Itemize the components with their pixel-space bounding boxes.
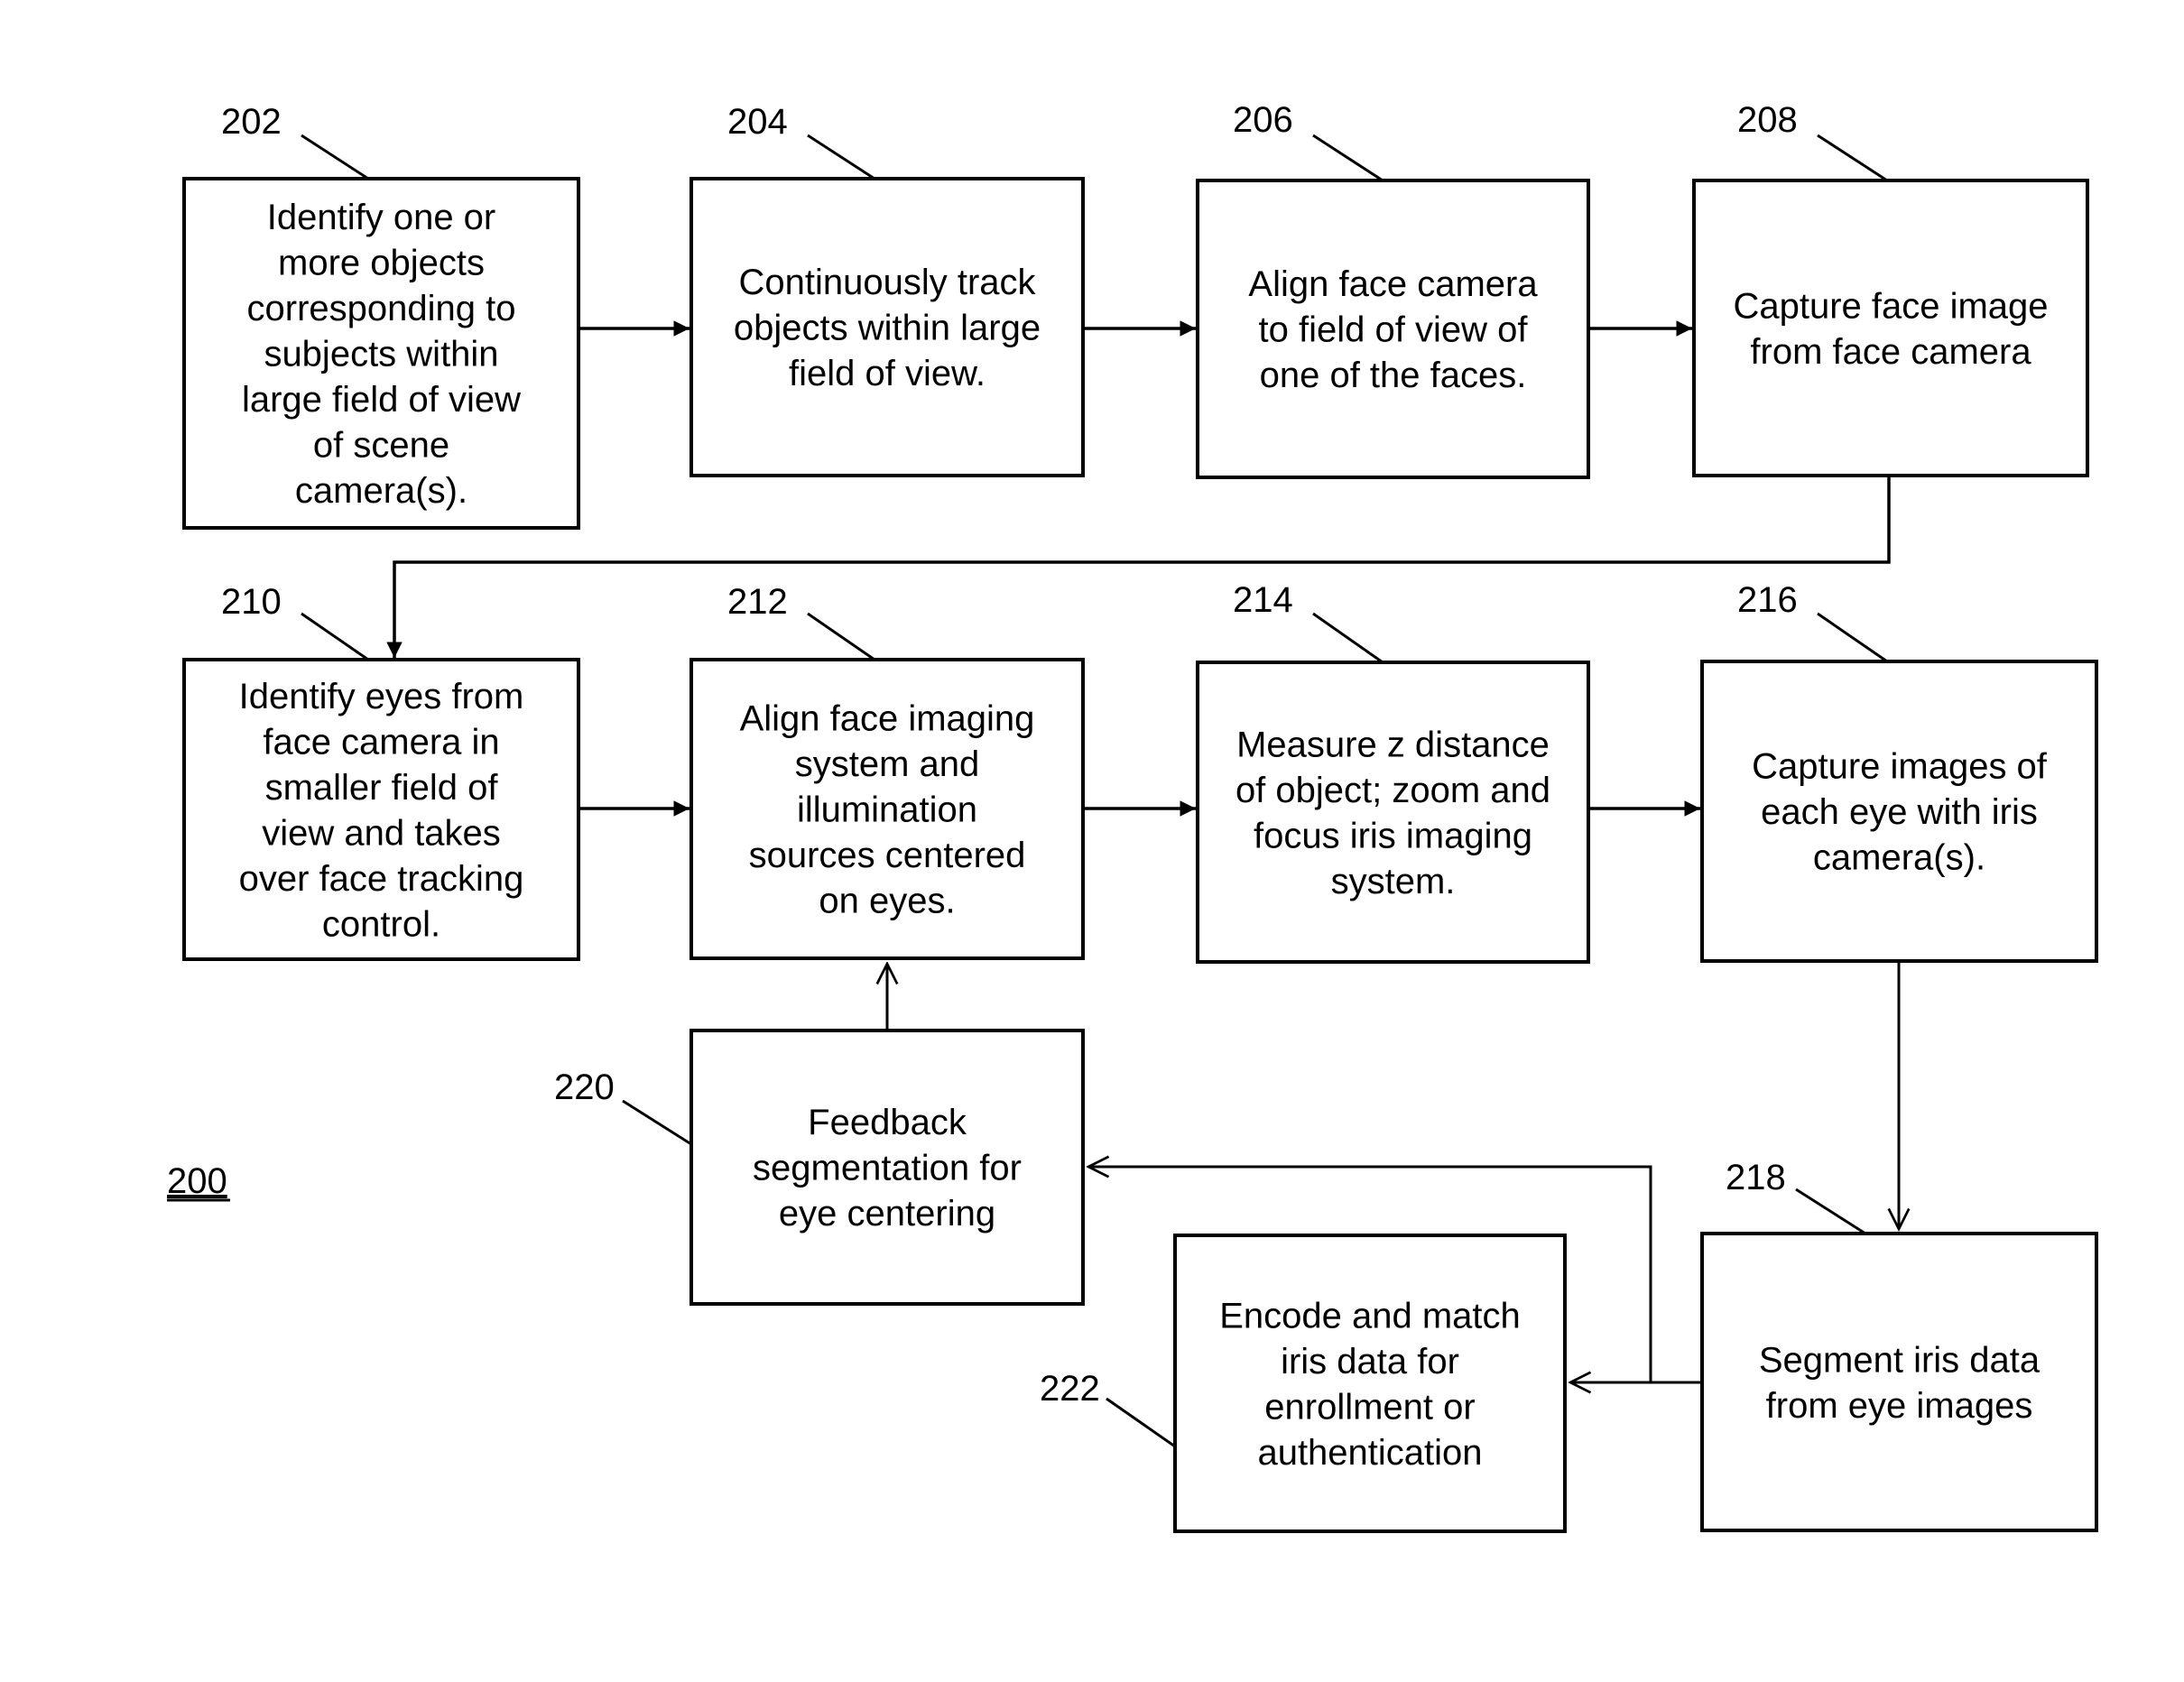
step-text-line: Continuously track [738,263,1036,302]
leader-222 [1106,1397,1176,1448]
step-text-line: segmentation for [753,1149,1022,1188]
step-text-line: of object; zoom and [1235,771,1550,810]
ref-222: 222 [1040,1369,1100,1409]
step-box-frame [1700,1232,2098,1532]
step-text-line: Capture images of [1752,747,2048,787]
leader-202 [301,134,369,180]
process-boxes: Identify one or more objects corresponding… [182,177,2098,1533]
step-box-214: Measure z distance of object; zoom and foc… [1196,661,1590,964]
step-text-line: corresponding to [247,289,516,328]
step-text-line: objects within large [734,309,1041,348]
step-text-line: authentication [1257,1433,1482,1473]
connectors [386,320,1899,1382]
step-box-frame [1173,1234,1567,1533]
step-text-line: Capture face image [1733,286,2048,326]
step-text-line: control. [322,904,440,944]
step-text-line: camera(s). [1813,838,1985,878]
leader-214 [1312,612,1384,664]
ref-202: 202 [221,102,282,142]
leader-204 [807,134,875,180]
arrow-208-to-210 [386,476,1891,658]
step-text-line: sources centered [749,836,1026,875]
step-text-line: more objects [278,244,485,283]
step-text-line: eye centering [779,1194,995,1234]
step-box-210: Identify eyes from face camera in smaller … [182,658,580,961]
step-text-line: field of view. [789,354,986,393]
step-text-line: subjects within [264,335,498,374]
step-text-line: focus iris imaging [1254,816,1532,855]
leader-220 [622,1099,692,1146]
step-box-202: Identify one or more objects corresponding… [182,177,580,530]
step-text-line: to field of view of [1259,310,1529,350]
ref-206: 206 [1233,100,1293,140]
step-text-line: system. [1331,862,1456,901]
step-text-line: over face tracking [239,859,524,899]
step-box-frame [1692,179,2089,477]
figure-label: 200 [167,1161,227,1201]
step-text-line: Align face imaging [740,699,1035,739]
ref-218: 218 [1726,1158,1786,1197]
step-text-line: large field of view [242,380,521,420]
step-text-line: Feedback [808,1103,967,1142]
iris-recognition-flowchart: Identify one or more objects corresponding… [167,100,2098,1533]
step-box-208: Capture face image from face camera [1692,179,2089,477]
ref-220: 220 [554,1067,615,1107]
ref-204: 204 [727,102,788,142]
leader-216 [1817,612,1888,663]
step-text-line: camera(s). [295,471,467,511]
ref-208: 208 [1737,100,1798,140]
step-text-line: Segment iris data [1759,1340,2041,1380]
step-text-line: iris data for [1281,1342,1459,1382]
step-text-line: system and [795,744,980,784]
step-text-line: enrollment or [1264,1387,1475,1427]
leader-210 [301,612,369,661]
step-box-220: Feedback segmentation for eye centering [689,1029,1085,1306]
step-text-line: on eyes. [819,882,955,921]
step-box-218: Segment iris data from eye images [1700,1232,2098,1532]
step-box-204: Continuously track objects within large fi… [689,177,1085,477]
step-text-line: from eye images [1766,1386,2033,1426]
step-text-line: each eye with iris [1761,792,2038,832]
step-text-line: smaller field of [265,768,499,808]
ref-212: 212 [727,582,788,622]
leader-212 [807,612,875,661]
step-box-222: Encode and match iris data for enrollment … [1173,1234,1567,1533]
step-text-line: illumination [797,790,977,830]
step-text-line: of scene [313,426,449,466]
step-text-line: view and takes [262,813,501,853]
step-box-212: Align face imaging system and illumination… [689,658,1085,960]
step-text-line: Encode and match [1219,1296,1521,1335]
step-text-line: Align face camera [1248,264,1538,304]
step-box-206: Align face camera to field of view of one … [1196,179,1590,479]
ref-214: 214 [1233,580,1293,620]
step-box-frame [1196,661,1590,964]
ref-216: 216 [1737,580,1798,620]
leader-206 [1312,134,1384,182]
step-text-line: Identify eyes from [239,677,524,716]
step-box-216: Capture images of each eye with iris camer… [1700,660,2098,963]
leader-208 [1817,134,1888,182]
leader-218 [1795,1188,1866,1235]
ref-210: 210 [221,582,282,622]
step-text-line: from face camera [1750,332,2031,372]
step-text-line: face camera in [263,722,499,762]
step-text-line: Measure z distance [1236,725,1550,764]
step-text-line: Identify one or [267,198,496,237]
step-text-line: one of the faces. [1260,356,1527,395]
